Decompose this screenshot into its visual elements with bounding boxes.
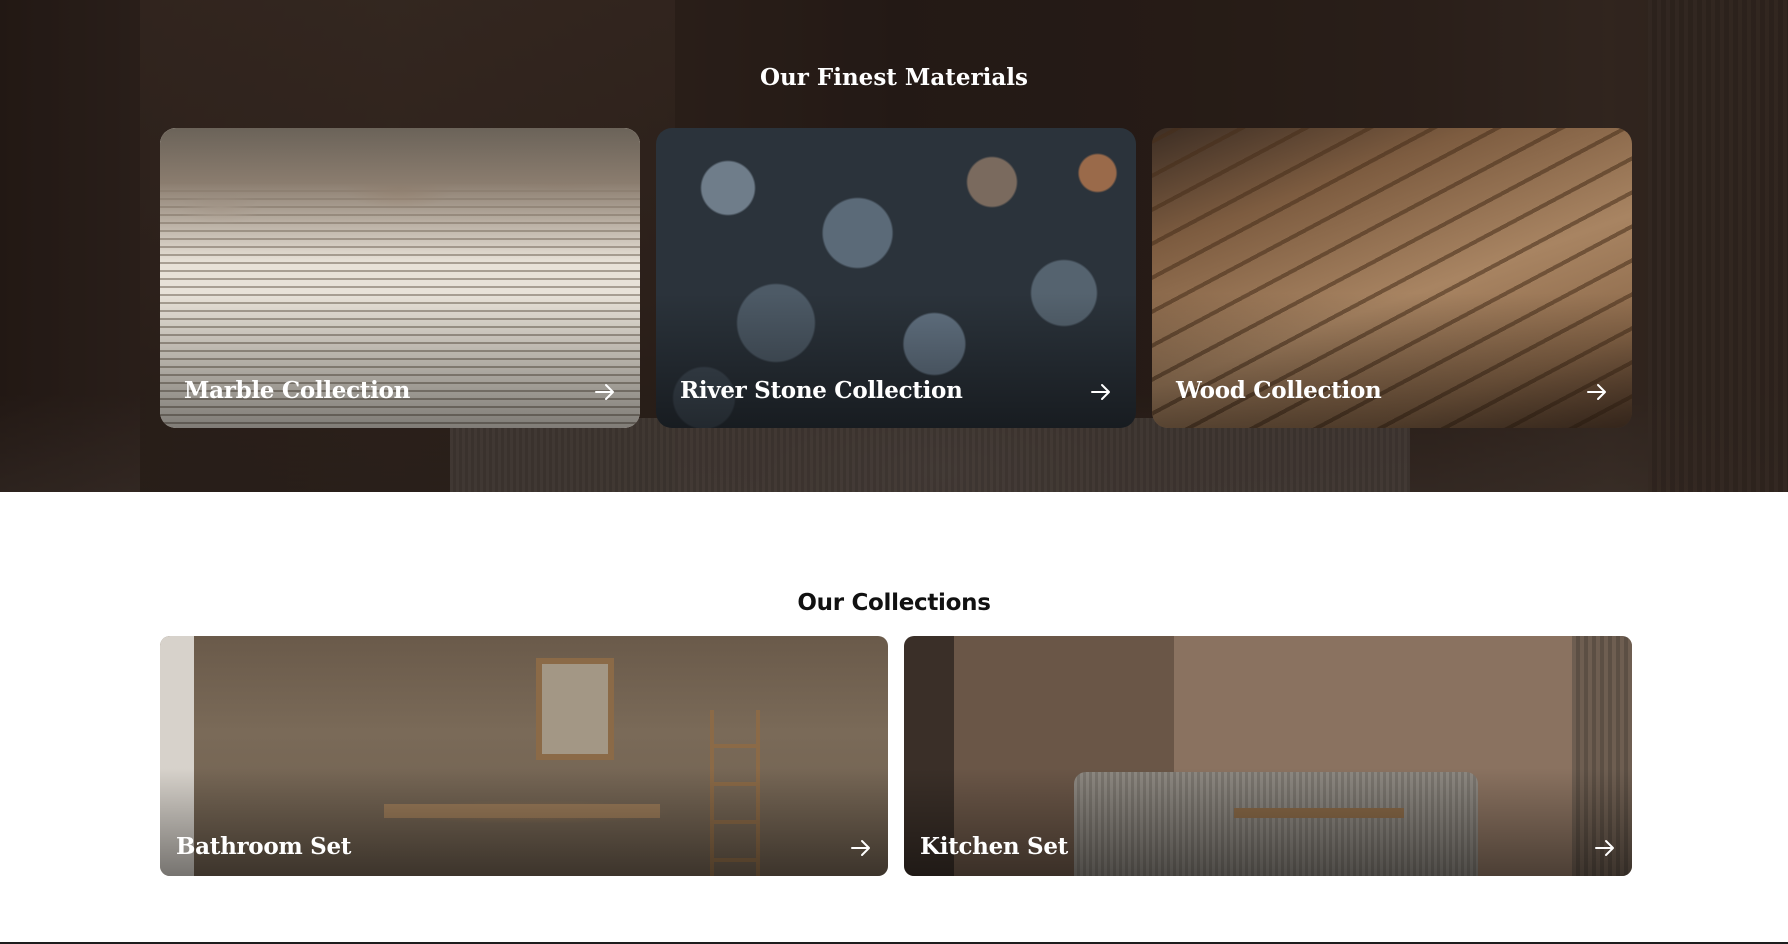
arrow-right-icon[interactable] bbox=[1586, 382, 1608, 402]
river-stone-collection-card[interactable]: River Stone Collection bbox=[656, 128, 1136, 428]
arrow-right-icon[interactable] bbox=[1090, 382, 1112, 402]
materials-section: Our Finest Materials Marble Collection R… bbox=[0, 0, 1788, 492]
wood-collection-label: Wood Collection bbox=[1176, 377, 1382, 404]
river-stone-collection-label: River Stone Collection bbox=[680, 377, 963, 404]
bathroom-set-card[interactable]: Bathroom Set bbox=[160, 636, 888, 876]
bathroom-set-label: Bathroom Set bbox=[176, 833, 352, 860]
kitchen-set-card[interactable]: Kitchen Set bbox=[904, 636, 1632, 876]
arrow-right-icon[interactable] bbox=[850, 838, 872, 858]
marble-collection-card[interactable]: Marble Collection bbox=[160, 128, 640, 428]
collections-title: Our Collections bbox=[797, 590, 991, 616]
wood-collection-card[interactable]: Wood Collection bbox=[1152, 128, 1632, 428]
kitchen-set-label: Kitchen Set bbox=[920, 833, 1069, 860]
arrow-right-icon[interactable] bbox=[594, 382, 616, 402]
materials-title: Our Finest Materials bbox=[760, 64, 1028, 91]
marble-collection-label: Marble Collection bbox=[184, 377, 411, 404]
arrow-right-icon[interactable] bbox=[1594, 838, 1616, 858]
